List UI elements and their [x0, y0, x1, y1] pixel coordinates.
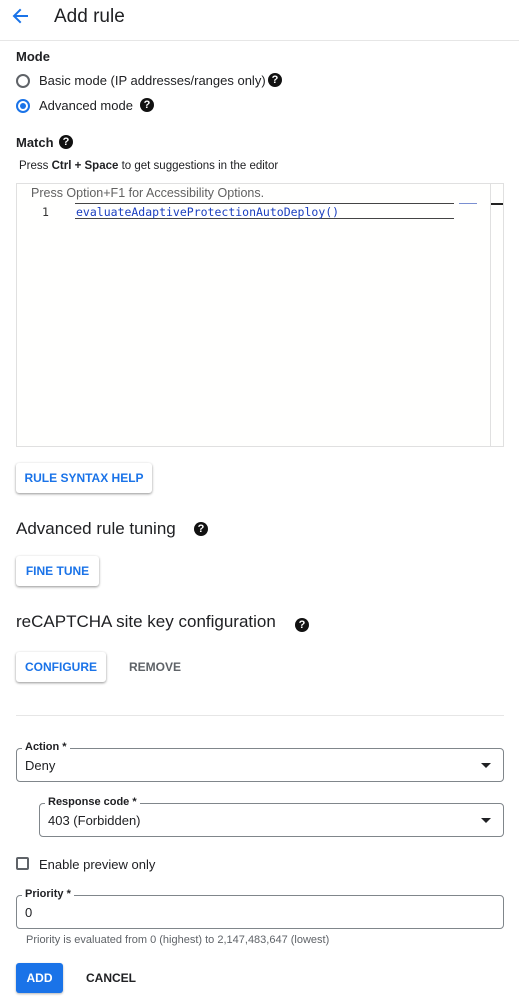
editor-scrollbar[interactable]: [490, 184, 491, 446]
fine-tune-button[interactable]: FINE TUNE: [16, 556, 99, 586]
match-expression-editor[interactable]: [16, 183, 504, 447]
match-help-icon[interactable]: ?: [59, 135, 73, 149]
page-title: Add rule: [54, 6, 125, 27]
response-code-value[interactable]: 403 (Forbidden): [48, 813, 141, 828]
basic-mode-radio[interactable]: [16, 74, 30, 88]
priority-value[interactable]: 0: [25, 905, 32, 920]
editor-hint: Press Ctrl + Space to get suggestions in…: [19, 160, 278, 172]
enable-preview-checkbox[interactable]: [16, 857, 29, 870]
basic-mode-help-icon[interactable]: ?: [268, 73, 282, 87]
action-label: Action *: [22, 741, 70, 753]
editor-hint-suffix: to get suggestions in the editor: [118, 160, 279, 172]
advanced-rule-tuning-help-icon[interactable]: ?: [194, 522, 208, 536]
editor-cursor-ruler-mark: [491, 203, 503, 205]
match-label: Match: [16, 135, 54, 150]
action-dropdown-arrow-icon[interactable]: [481, 763, 491, 768]
advanced-mode-label[interactable]: Advanced mode: [39, 98, 133, 113]
add-button[interactable]: ADD: [16, 963, 63, 993]
priority-label: Priority *: [22, 888, 74, 900]
section-divider: [16, 715, 504, 716]
advanced-mode-help-icon[interactable]: ?: [140, 98, 154, 112]
editor-code-line[interactable]: evaluateAdaptiveProtectionAutoDeploy(): [76, 205, 339, 219]
priority-helper-text: Priority is evaluated from 0 (highest) t…: [26, 934, 330, 946]
response-code-label: Response code *: [45, 796, 140, 808]
action-select[interactable]: [16, 748, 504, 782]
editor-hint-keys: Ctrl + Space: [51, 160, 119, 172]
editor-overview-ruler-mark: [459, 203, 477, 204]
action-value[interactable]: Deny: [25, 758, 55, 773]
enable-preview-label[interactable]: Enable preview only: [39, 857, 155, 872]
cancel-button[interactable]: CANCEL: [86, 971, 136, 985]
basic-mode-label[interactable]: Basic mode (IP addresses/ranges only): [39, 73, 266, 88]
response-code-dropdown-arrow-icon[interactable]: [481, 818, 491, 823]
mode-label: Mode: [16, 49, 50, 64]
rule-syntax-help-button[interactable]: RULE SYNTAX HELP: [16, 463, 152, 493]
back-arrow-icon[interactable]: [10, 6, 30, 26]
configure-button[interactable]: CONFIGURE: [16, 652, 106, 682]
recaptcha-config-title: reCAPTCHA site key configuration: [16, 612, 276, 631]
priority-input[interactable]: [16, 895, 504, 929]
editor-hint-prefix: Press: [19, 160, 52, 172]
remove-button[interactable]: REMOVE: [129, 660, 181, 674]
advanced-mode-radio[interactable]: [16, 99, 30, 113]
advanced-rule-tuning-title: Advanced rule tuning: [16, 519, 176, 538]
editor-line-number: 1: [42, 205, 49, 219]
recaptcha-help-icon[interactable]: ?: [295, 618, 309, 632]
editor-accessibility-text: Press Option+F1 for Accessibility Option…: [31, 186, 265, 200]
